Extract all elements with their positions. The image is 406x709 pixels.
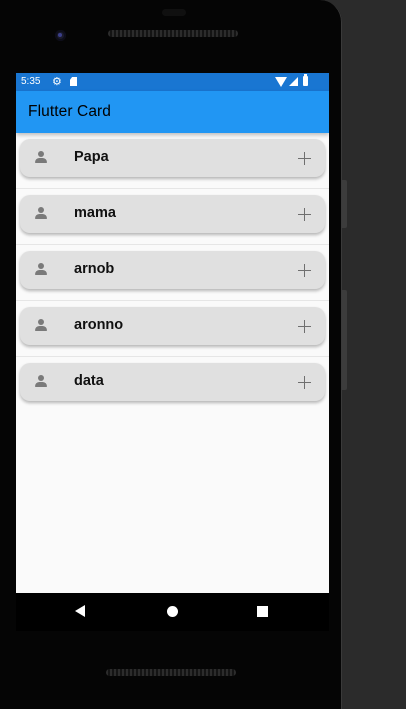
card-mama[interactable]: mama bbox=[20, 195, 325, 233]
card-label: arnob bbox=[74, 261, 115, 277]
sd-card-icon bbox=[70, 77, 77, 86]
list-item: aronno bbox=[16, 301, 329, 357]
card-aronno[interactable]: aronno bbox=[20, 307, 325, 345]
app-screen: 5:35 ⚙ Flutter Card Papa mama arnob aron… bbox=[16, 73, 329, 593]
list-item: Papa bbox=[16, 133, 329, 189]
card-label: Papa bbox=[74, 149, 109, 165]
card-label: aronno bbox=[74, 317, 124, 333]
person-icon bbox=[35, 375, 48, 388]
card-label: data bbox=[74, 373, 104, 389]
list-item: data bbox=[16, 357, 329, 413]
add-icon[interactable] bbox=[298, 376, 311, 389]
add-icon[interactable] bbox=[298, 320, 311, 333]
power-button bbox=[342, 180, 347, 228]
app-bar: Flutter Card bbox=[16, 91, 329, 133]
card-label: mama bbox=[74, 205, 116, 221]
status-time: 5:35 bbox=[21, 76, 41, 87]
front-camera bbox=[55, 30, 66, 41]
bottom-speaker-grille bbox=[106, 669, 236, 676]
card-arnob[interactable]: arnob bbox=[20, 251, 325, 289]
card-data[interactable]: data bbox=[20, 363, 325, 401]
volume-button bbox=[342, 290, 347, 390]
home-circle-icon[interactable] bbox=[167, 606, 178, 617]
list-item: mama bbox=[16, 189, 329, 245]
wifi-icon bbox=[275, 77, 287, 87]
gear-icon: ⚙ bbox=[52, 76, 62, 88]
status-bar: 5:35 ⚙ bbox=[16, 73, 329, 91]
list-item: arnob bbox=[16, 245, 329, 301]
top-speaker-grille bbox=[108, 30, 238, 37]
person-icon bbox=[35, 319, 48, 332]
person-icon bbox=[35, 151, 48, 164]
battery-icon bbox=[303, 74, 308, 86]
add-icon[interactable] bbox=[298, 152, 311, 165]
signal-icon bbox=[289, 77, 298, 86]
system-navigation-bar bbox=[16, 593, 329, 631]
person-icon bbox=[35, 263, 48, 276]
add-icon[interactable] bbox=[298, 208, 311, 221]
recents-square-icon[interactable] bbox=[257, 606, 268, 617]
back-triangle-icon[interactable] bbox=[75, 605, 85, 617]
earpiece-notch bbox=[162, 9, 186, 16]
card-papa[interactable]: Papa bbox=[20, 139, 325, 177]
card-list: Papa mama arnob aronno data bbox=[16, 133, 329, 413]
person-icon bbox=[35, 207, 48, 220]
add-icon[interactable] bbox=[298, 264, 311, 277]
page-title: Flutter Card bbox=[28, 103, 112, 120]
